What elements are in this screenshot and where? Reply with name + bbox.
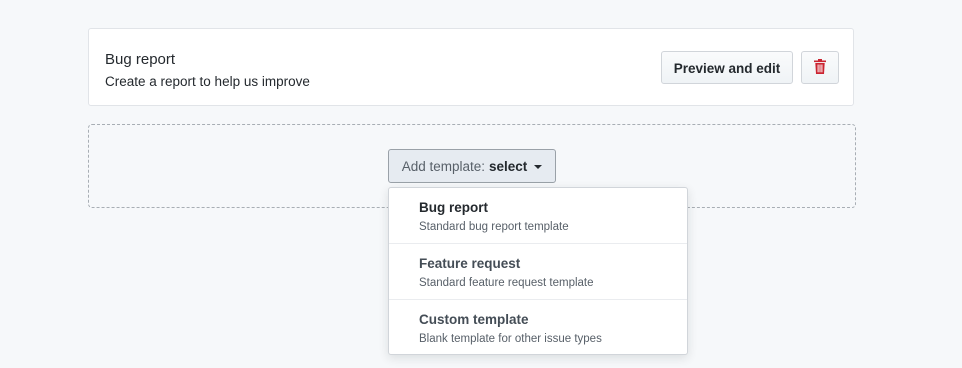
add-template-selected-value: select: [489, 158, 528, 174]
menu-item-title: Feature request: [419, 256, 521, 271]
menu-item-custom-template[interactable]: Custom template Blank template for other…: [389, 300, 687, 356]
template-card: Bug report Create a report to help us im…: [88, 28, 854, 106]
menu-item-feature-request[interactable]: Feature request Standard feature request…: [389, 244, 687, 300]
add-template-label: Add template:: [401, 158, 486, 174]
delete-template-button[interactable]: [801, 51, 839, 84]
menu-item-bug-report[interactable]: Bug report Standard bug report template: [389, 188, 687, 244]
menu-item-description: Standard feature request template: [419, 277, 594, 289]
template-title: Bug report: [105, 51, 176, 68]
menu-item-title: Bug report: [419, 200, 488, 215]
add-template-select-button[interactable]: Add template: select: [388, 149, 556, 183]
trash-icon: [814, 58, 826, 77]
preview-and-edit-button[interactable]: Preview and edit: [661, 51, 793, 84]
template-dropdown-menu: Bug report Standard bug report template …: [388, 187, 688, 355]
caret-down-icon: [534, 164, 543, 169]
menu-item-title: Custom template: [419, 312, 529, 327]
menu-item-description: Standard bug report template: [419, 221, 569, 233]
menu-item-description: Blank template for other issue types: [419, 333, 602, 345]
template-description: Create a report to help us improve: [105, 74, 310, 89]
